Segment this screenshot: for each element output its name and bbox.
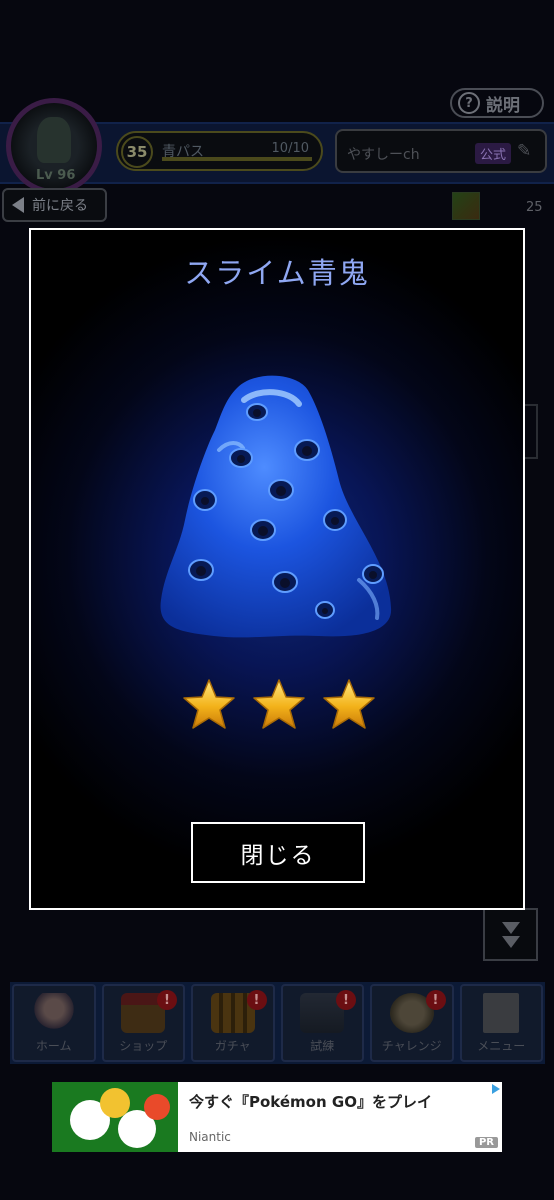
nav-label: チャレンジ (381, 1039, 442, 1053)
ad-banner[interactable]: 今すぐ『Pokémon GO』をプレイ Niantic PR (52, 1082, 502, 1152)
rarity-stars (181, 677, 377, 733)
player-name: やすしーch (347, 147, 420, 163)
item-thumbnail-icon[interactable] (452, 192, 480, 220)
nav-trial[interactable]: 試練 ! (280, 984, 364, 1062)
player-name-field[interactable]: やすしーch 公式 ✎ (335, 129, 547, 173)
nav-shop[interactable]: ショップ ! (101, 984, 185, 1062)
star-icon (253, 679, 305, 729)
nav-menu[interactable]: メニュー (459, 984, 543, 1062)
player-level: Lv 96 (36, 168, 76, 183)
back-button[interactable]: 前に戻る (2, 188, 107, 222)
star-icon (323, 679, 375, 729)
ad-pr-label: PR (474, 1137, 498, 1148)
ad-choices-icon[interactable] (492, 1084, 500, 1094)
nav-gacha[interactable]: ガチャ ! (191, 984, 275, 1062)
ad-advertiser: Niantic (189, 1130, 231, 1144)
modal-title: スライム青鬼 (184, 256, 370, 290)
nav-label: ガチャ (214, 1039, 251, 1053)
star-icon (183, 679, 235, 729)
notification-badge: ! (157, 990, 177, 1010)
close-button[interactable]: 閉じる (191, 822, 365, 883)
pass-progress-text: 10/10 (271, 141, 309, 156)
scroll-down-button[interactable] (483, 908, 538, 961)
pass-progress-bar (162, 157, 312, 161)
nav-label: メニュー (477, 1039, 526, 1053)
home-avatar-icon (31, 993, 76, 1033)
notification-badge: ! (336, 990, 356, 1010)
pass-panel[interactable]: 35 青パス 10/10 (116, 131, 323, 171)
ad-title: 今すぐ『Pokémon GO』をプレイ (189, 1093, 432, 1111)
back-arrow-icon (12, 197, 24, 213)
nav-label: 試練 (310, 1039, 335, 1053)
chevron-down-icon (501, 935, 520, 948)
pencil-icon[interactable]: ✎ (517, 141, 537, 161)
question-icon: ? (458, 92, 480, 114)
nav-challenge[interactable]: チャレンジ ! (370, 984, 454, 1062)
blue-slime-monster-image (160, 375, 392, 638)
notification-badge: ! (246, 990, 267, 1010)
pass-level: 35 (121, 136, 153, 168)
ad-image (52, 1082, 178, 1152)
help-button[interactable]: ? 説明 (450, 88, 544, 118)
document-icon (483, 993, 520, 1033)
help-label: 説明 (486, 95, 520, 116)
monster-detail-modal: スライム青鬼 閉じる (29, 228, 525, 910)
chevron-down-icon (501, 921, 520, 934)
pass-progress-fill (162, 157, 312, 161)
nav-label: ホーム (35, 1039, 72, 1053)
bottom-navigation: ホーム ショップ ! ガチャ ! 試練 ! チャレンジ ! メニュー (10, 982, 545, 1064)
back-label: 前に戻る (32, 198, 88, 214)
nav-home[interactable]: ホーム (12, 984, 96, 1062)
official-badge: 公式 (475, 143, 512, 164)
notification-badge: ! (425, 990, 446, 1010)
avatar-figure-icon (37, 117, 71, 163)
item-count: 25 (526, 200, 543, 215)
nav-label: ショップ (119, 1039, 168, 1053)
